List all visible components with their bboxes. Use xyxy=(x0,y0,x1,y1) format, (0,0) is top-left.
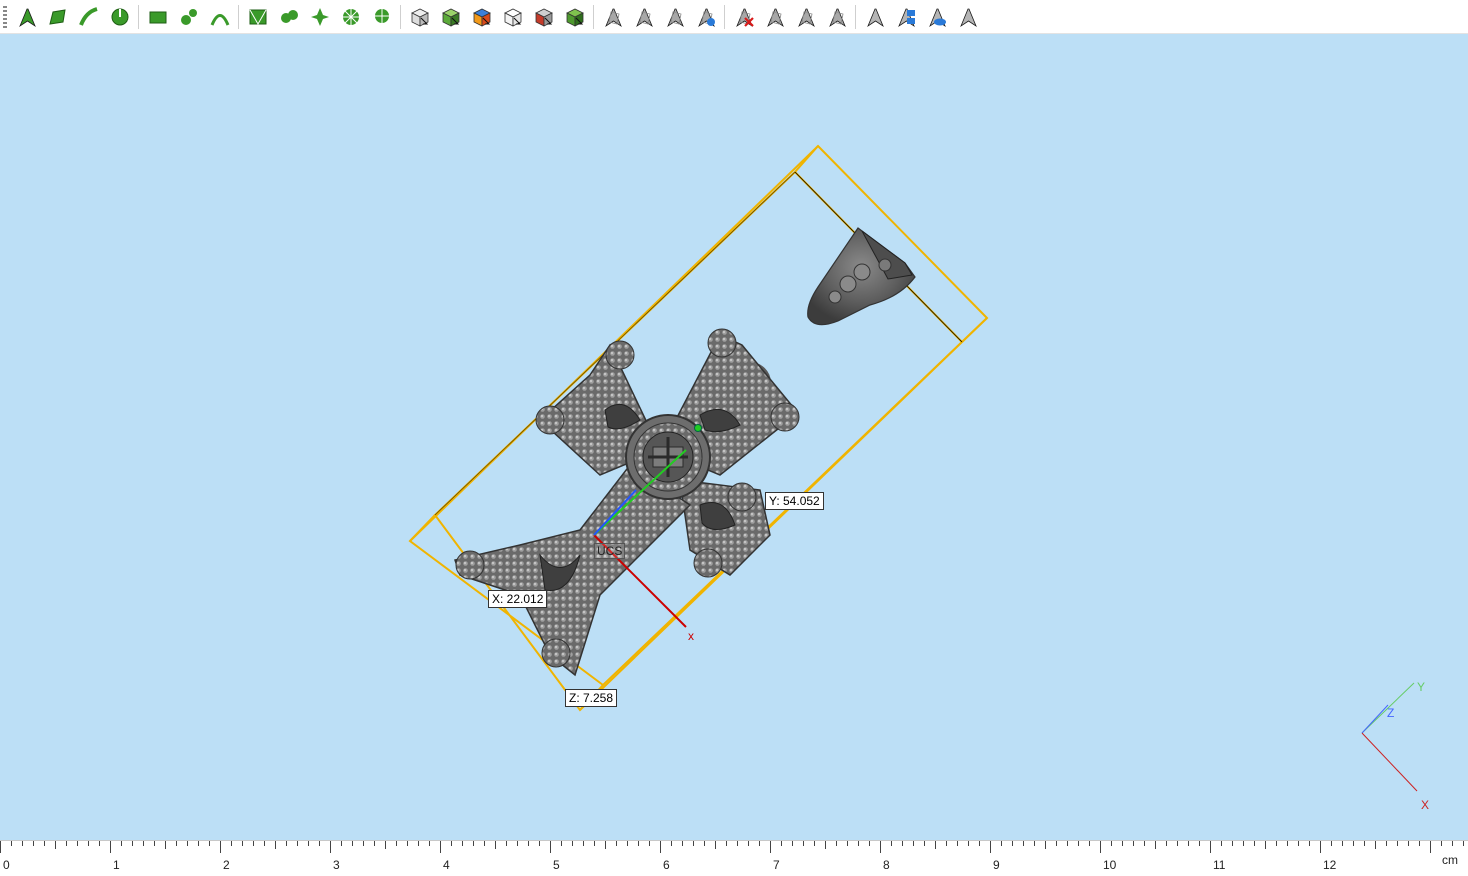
show-hide-icon xyxy=(864,6,886,28)
ucs-label: UCS xyxy=(594,543,626,559)
select-curve-icon xyxy=(209,6,231,28)
ruler-label: 2 xyxy=(223,858,230,872)
x-dimension-label: X: 22.012 xyxy=(488,590,548,608)
toolbar-separator xyxy=(724,4,725,29)
ruler-label: 12 xyxy=(1323,858,1337,872)
ruler-label: 0 xyxy=(3,858,10,872)
cube-wire-icon xyxy=(502,6,524,28)
y-dimension-label: Y: 54.052 xyxy=(765,492,824,510)
delete-face-button[interactable] xyxy=(730,3,757,30)
cube-view-icon xyxy=(409,6,431,28)
visibility-blue-icon xyxy=(895,6,917,28)
toolbar-separator xyxy=(138,4,139,29)
select-arrow-icon xyxy=(16,6,38,28)
cube-view-button[interactable] xyxy=(406,3,433,30)
mesh-select-icon xyxy=(247,6,269,28)
cube-wire-button[interactable] xyxy=(499,3,526,30)
select-edge-button[interactable] xyxy=(75,3,102,30)
toolbar-separator xyxy=(855,4,856,29)
3d-viewport[interactable]: Y: 54.052 X: 22.012 Z: 7.258 UCS x Y Z X xyxy=(0,35,1468,840)
radial-select-button[interactable] xyxy=(337,3,364,30)
triad-z-label: Z xyxy=(1387,706,1395,720)
shell-face-button[interactable] xyxy=(792,3,819,30)
radial-pin-icon xyxy=(371,6,393,28)
cube-front-icon xyxy=(440,6,462,28)
ruler-label: 9 xyxy=(993,858,1000,872)
cube-shaded-icon xyxy=(533,6,555,28)
vertex-select-icon xyxy=(278,6,300,28)
scene-canvas[interactable] xyxy=(0,35,1468,840)
select-nodes-icon xyxy=(178,6,200,28)
toolbar-separator xyxy=(400,4,401,29)
draft-extend-icon xyxy=(664,6,686,28)
ruler-label: 10 xyxy=(1103,858,1117,872)
mesh-select-button[interactable] xyxy=(244,3,271,30)
visibility-blue-button[interactable] xyxy=(892,3,919,30)
cube-shaded-button[interactable] xyxy=(530,3,557,30)
draft-arrow-button[interactable] xyxy=(599,3,626,30)
ruler-label: 6 xyxy=(663,858,670,872)
cube-green-icon xyxy=(564,6,586,28)
ruler-unit: cm xyxy=(1442,853,1458,867)
star-select-button[interactable] xyxy=(306,3,333,30)
toolbar-separator xyxy=(593,4,594,29)
ruler: 0 1 2 3 4 5 6 7 8 9 10 11 12 cm xyxy=(0,840,1468,876)
star-select-icon xyxy=(309,6,331,28)
select-face-icon xyxy=(47,6,69,28)
thicken-face-button[interactable] xyxy=(823,3,850,30)
select-curve-button[interactable] xyxy=(206,3,233,30)
draft-loft-icon xyxy=(695,6,717,28)
cube-green-button[interactable] xyxy=(561,3,588,30)
show-hide-button[interactable] xyxy=(861,3,888,30)
draft-arrow-icon xyxy=(602,6,624,28)
draft-extend-button[interactable] xyxy=(661,3,688,30)
toolbar xyxy=(0,0,1468,34)
cube-colored-icon xyxy=(471,6,493,28)
ruler-label: 11 xyxy=(1213,858,1226,872)
ruler-ticks xyxy=(0,841,1464,853)
draft-loft-button[interactable] xyxy=(692,3,719,30)
vertex-select-button[interactable] xyxy=(275,3,302,30)
select-loop-button[interactable] xyxy=(106,3,133,30)
cross-model[interactable] xyxy=(454,328,800,677)
delete-face-icon xyxy=(733,6,755,28)
eye-icon xyxy=(926,6,948,28)
ruler-label: 4 xyxy=(443,858,450,872)
cube-colored-button[interactable] xyxy=(468,3,495,30)
isolate-icon xyxy=(957,6,979,28)
select-arrow-button[interactable] xyxy=(13,3,40,30)
ruler-label: 5 xyxy=(553,858,560,872)
select-loop-icon xyxy=(109,6,131,28)
select-edge-icon xyxy=(78,6,100,28)
offset-face-button[interactable] xyxy=(761,3,788,30)
eye-button[interactable] xyxy=(923,3,950,30)
select-face-button[interactable] xyxy=(44,3,71,30)
toolbar-separator xyxy=(238,4,239,29)
radial-pin-button[interactable] xyxy=(368,3,395,30)
ruler-label: 8 xyxy=(883,858,890,872)
select-rectangle-icon xyxy=(147,6,169,28)
offset-face-icon xyxy=(764,6,786,28)
ucs-x-letter: x xyxy=(688,629,694,643)
isolate-button[interactable] xyxy=(954,3,981,30)
triad-y-label: Y xyxy=(1417,680,1426,694)
select-rectangle-button[interactable] xyxy=(144,3,171,30)
triad-x-label: X xyxy=(1421,798,1430,812)
draft-sweep-icon xyxy=(633,6,655,28)
ruler-label: 3 xyxy=(333,858,340,872)
ruler-label: 1 xyxy=(113,858,120,872)
cube-front-button[interactable] xyxy=(437,3,464,30)
bail-model[interactable] xyxy=(807,227,916,326)
thicken-face-icon xyxy=(826,6,848,28)
orientation-triad xyxy=(1361,682,1418,792)
radial-select-icon xyxy=(340,6,362,28)
toolbar-grip[interactable] xyxy=(3,5,7,28)
z-dimension-label: Z: 7.258 xyxy=(565,689,618,707)
shell-face-icon xyxy=(795,6,817,28)
draft-sweep-button[interactable] xyxy=(630,3,657,30)
select-nodes-button[interactable] xyxy=(175,3,202,30)
ruler-label: 7 xyxy=(773,858,780,872)
